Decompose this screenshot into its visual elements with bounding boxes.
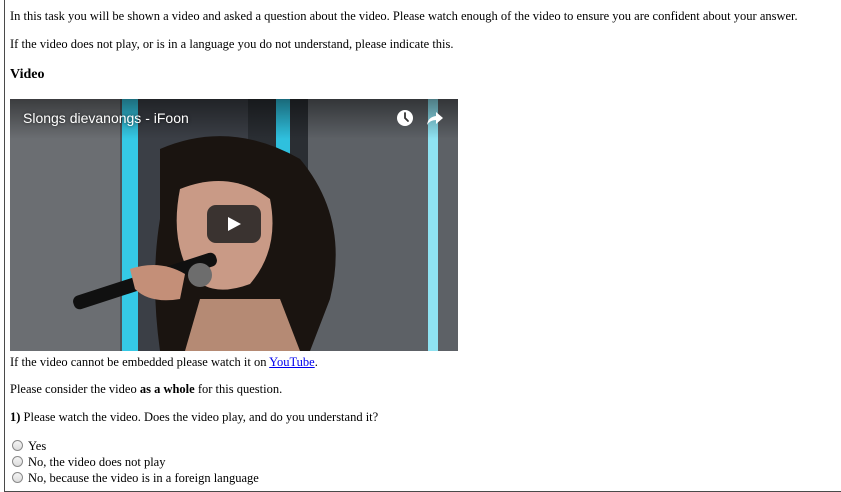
question-text: 1) Please watch the video. Does the vide… <box>10 409 378 425</box>
youtube-link[interactable]: YouTube <box>269 355 315 369</box>
intro-line-1: In this task you will be shown a video a… <box>10 9 798 23</box>
embed-note-prefix: If the video cannot be embedded please w… <box>10 355 270 369</box>
embed-note: If the video cannot be embedded please w… <box>10 354 318 370</box>
play-button[interactable] <box>207 205 261 243</box>
option-label: Yes <box>28 439 47 453</box>
radio-button[interactable] <box>12 440 23 451</box>
share-icon[interactable] <box>426 109 444 127</box>
option-label: No, because the video is in a foreign la… <box>28 471 259 485</box>
option-label: No, the video does not play <box>28 455 166 469</box>
clock-icon[interactable] <box>396 109 414 127</box>
video-player[interactable]: Slongs dievanongs - iFoon <box>10 99 458 351</box>
consider-suffix: for this question. <box>194 382 283 396</box>
section-title: Video <box>10 67 45 82</box>
question-number: 1) <box>10 410 21 424</box>
consider-text: Please consider the video as a whole for… <box>10 381 282 397</box>
video-title[interactable]: Slongs dievanongs - iFoon <box>23 109 189 127</box>
intro-line-2: If the video does not play, or is in a l… <box>10 37 454 51</box>
consider-prefix: Please consider the video <box>10 382 140 396</box>
play-icon <box>228 217 241 231</box>
radio-button[interactable] <box>12 472 23 483</box>
radio-button[interactable] <box>12 456 23 467</box>
option-foreign-language[interactable]: No, because the video is in a foreign la… <box>12 470 259 486</box>
option-does-not-play[interactable]: No, the video does not play <box>12 454 165 470</box>
consider-bold: as a whole <box>139 382 195 396</box>
option-yes[interactable]: Yes <box>12 438 46 454</box>
question-body: Please watch the video. Does the video p… <box>20 410 379 424</box>
embed-note-suffix: . <box>314 355 318 369</box>
